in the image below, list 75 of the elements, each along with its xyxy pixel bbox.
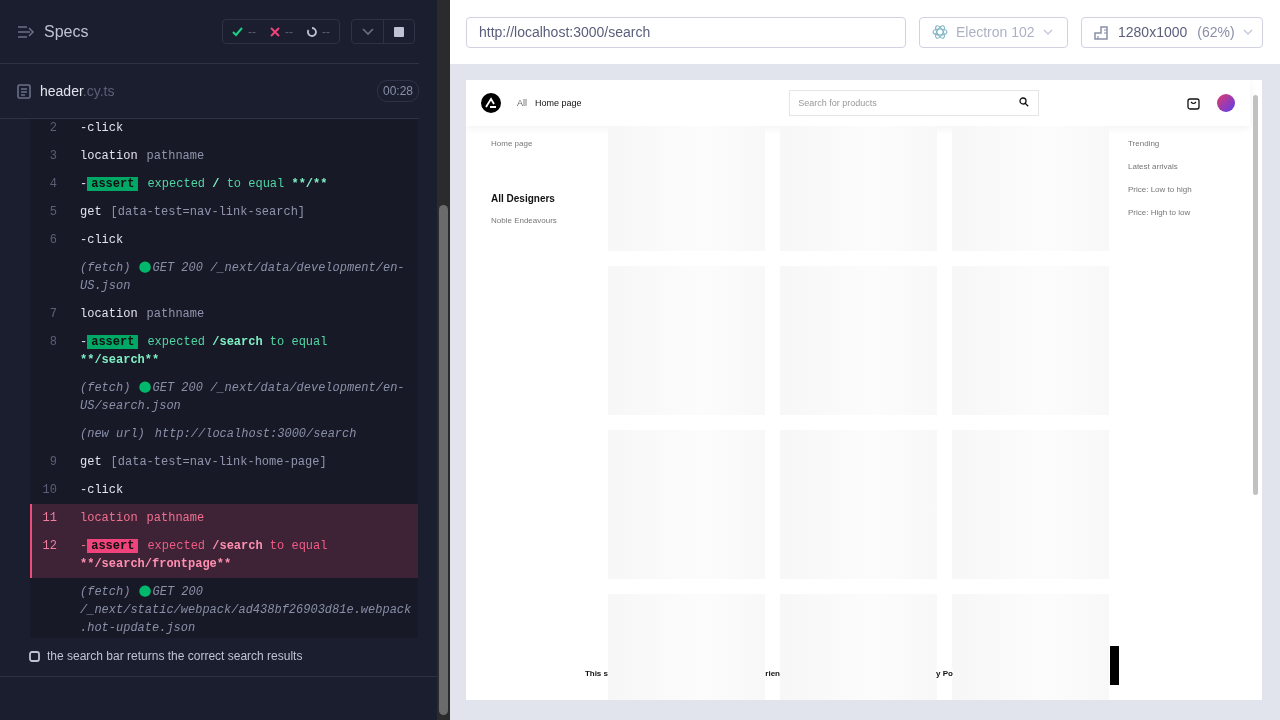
- spec-filename: header.cy.ts: [40, 83, 116, 99]
- command-name: get: [80, 205, 102, 219]
- command-message: pathname: [146, 307, 205, 321]
- line-number: 6: [49, 233, 57, 247]
- nav-link[interactable]: All: [517, 98, 527, 108]
- command-name: -click: [80, 483, 124, 497]
- atom-icon: [932, 24, 948, 40]
- sort-option[interactable]: Trending: [1128, 139, 1262, 148]
- line-number: 12: [42, 539, 57, 553]
- filter-heading: All Designers: [491, 193, 556, 204]
- line-number: 9: [49, 455, 57, 469]
- stat-count: --: [322, 24, 330, 39]
- stop-icon: [394, 26, 404, 37]
- line-number: 10: [42, 483, 57, 497]
- command-name: get: [80, 455, 102, 469]
- sort-option[interactable]: Price: High to low: [1128, 208, 1262, 217]
- line-number: 4: [49, 177, 57, 191]
- search-icon: [1019, 97, 1030, 107]
- chevron-icon: [1242, 29, 1253, 35]
- command-message: [data-test=nav-link-search]: [110, 205, 306, 219]
- line-number: 3: [49, 149, 57, 163]
- url-field[interactable]: http://localhost:3000/search: [466, 16, 906, 48]
- nav-link[interactable]: Home page: [535, 98, 582, 108]
- line-number: 8: [49, 335, 57, 349]
- command-name: location: [80, 511, 138, 525]
- command-name: location: [80, 149, 138, 163]
- line-number: 7: [49, 307, 57, 321]
- command-message: [data-test=nav-link-home-page]: [110, 455, 327, 469]
- line-number: 11: [42, 511, 57, 525]
- search-field[interactable]: Search for products: [789, 90, 1040, 116]
- breadcrumb: Home page: [491, 139, 534, 148]
- viewport-scale: (62%): [1197, 24, 1235, 40]
- assert-message: - assert expected / to equal **/**: [80, 176, 329, 193]
- assert-message: - assert expected /search to equal **/search**: [80, 334, 329, 369]
- sort-option[interactable]: Latest arrivals: [1128, 162, 1262, 171]
- duration-badge: 00:28: [376, 80, 419, 102]
- browser-name: Electron 102: [956, 24, 1035, 40]
- scrollbar-thumb[interactable]: [1253, 95, 1258, 495]
- command-message: pathname: [146, 149, 205, 163]
- stat-count: --: [248, 24, 256, 39]
- logo-icon[interactable]: [481, 93, 501, 113]
- event-message: (fetch) ●GET 200 /_next/data/development/en-US/search.json: [80, 379, 406, 415]
- test-title: the search bar returns the correct search results: [47, 649, 303, 663]
- command-name: -click: [80, 121, 124, 135]
- sort-option[interactable]: Price: Low to high: [1128, 185, 1262, 194]
- close-icon: [270, 26, 280, 37]
- command-name: -click: [80, 233, 124, 247]
- scrollbar-thumb[interactable]: [439, 205, 448, 715]
- spinner-icon: [307, 26, 317, 37]
- viewport-size: 1280x1000: [1118, 24, 1188, 40]
- file-icon: [17, 83, 31, 99]
- footer-text: This s: [584, 668, 608, 678]
- stat-count: --: [285, 24, 293, 39]
- line-number: 5: [49, 205, 57, 219]
- designer-link[interactable]: Noble Endeavours: [491, 216, 608, 225]
- bag-icon[interactable]: [1187, 96, 1200, 110]
- event-message: (fetch) ●GET 200 /_next/static/webpack/ad438bf26903d81e.webpack.hot-update.json: [80, 583, 413, 637]
- panel-title: Specs: [44, 22, 90, 41]
- line-number: 2: [49, 121, 57, 135]
- event-message: (new url) http://localhost:3000/search: [80, 426, 358, 443]
- viewport-select[interactable]: 1280x1000 (62%): [1081, 16, 1263, 48]
- collapse-icon[interactable]: [17, 24, 35, 39]
- event-message: (fetch) ●GET 200 /_next/data/development/en-US.json: [80, 259, 406, 295]
- chevron-icon: [361, 27, 374, 36]
- footer-text: y Po: [936, 668, 953, 678]
- command-name: location: [80, 307, 138, 321]
- command-message: pathname: [146, 511, 205, 525]
- chevron-icon: [1042, 29, 1053, 35]
- check-icon: [232, 26, 243, 37]
- assert-message: - assert expected /search to equal **/search/frontpage**: [80, 538, 329, 573]
- block-mark: [1110, 646, 1119, 685]
- avatar[interactable]: [1217, 94, 1235, 112]
- ruler-icon: [1094, 24, 1110, 40]
- checkbox[interactable]: [29, 650, 40, 662]
- footer-text: rien: [765, 668, 780, 678]
